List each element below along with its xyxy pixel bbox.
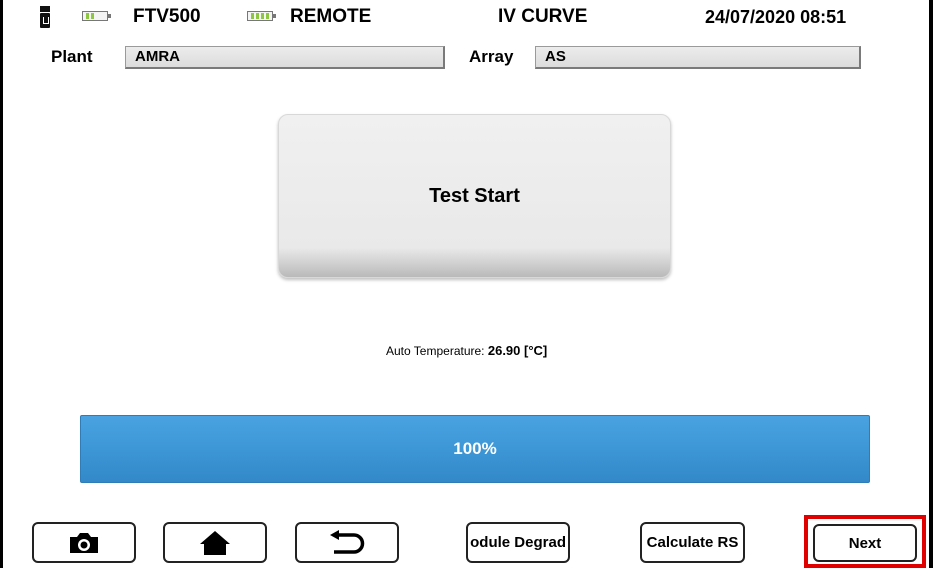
mode-label: REMOTE bbox=[290, 6, 372, 27]
camera-icon bbox=[67, 531, 101, 555]
array-field[interactable]: AS bbox=[535, 46, 861, 69]
plant-label: Plant bbox=[51, 47, 93, 66]
plant-field[interactable]: AMRA bbox=[125, 46, 445, 69]
screen-title: IV CURVE bbox=[498, 6, 588, 27]
next-button[interactable]: Next bbox=[813, 524, 917, 562]
progress-label: 100% bbox=[453, 439, 497, 458]
datetime: 24/07/2020 08:51 bbox=[705, 7, 847, 27]
temperature-value: 26.90 [°C] bbox=[487, 343, 548, 358]
battery-icon bbox=[82, 11, 111, 21]
right-border bbox=[929, 0, 933, 568]
usb-icon bbox=[40, 6, 50, 28]
device-name: FTV500 bbox=[133, 6, 201, 27]
home-button[interactable] bbox=[163, 522, 267, 563]
module-degradation-button[interactable]: odule Degrad bbox=[466, 522, 570, 563]
back-button[interactable] bbox=[295, 522, 399, 563]
temperature-readout: Auto Temperature: 26.90 [°C] bbox=[386, 343, 547, 359]
camera-button[interactable] bbox=[32, 522, 136, 563]
left-border bbox=[0, 0, 3, 568]
array-label: Array bbox=[469, 47, 514, 66]
back-arrow-icon bbox=[328, 529, 366, 556]
progress-bar: 100% bbox=[80, 415, 870, 483]
test-start-button[interactable]: Test Start bbox=[278, 114, 671, 278]
calculate-rs-button[interactable]: Calculate RS bbox=[640, 522, 745, 563]
home-icon bbox=[199, 530, 231, 556]
temperature-label: Auto Temperature: bbox=[386, 344, 485, 358]
battery-icon bbox=[247, 11, 276, 21]
